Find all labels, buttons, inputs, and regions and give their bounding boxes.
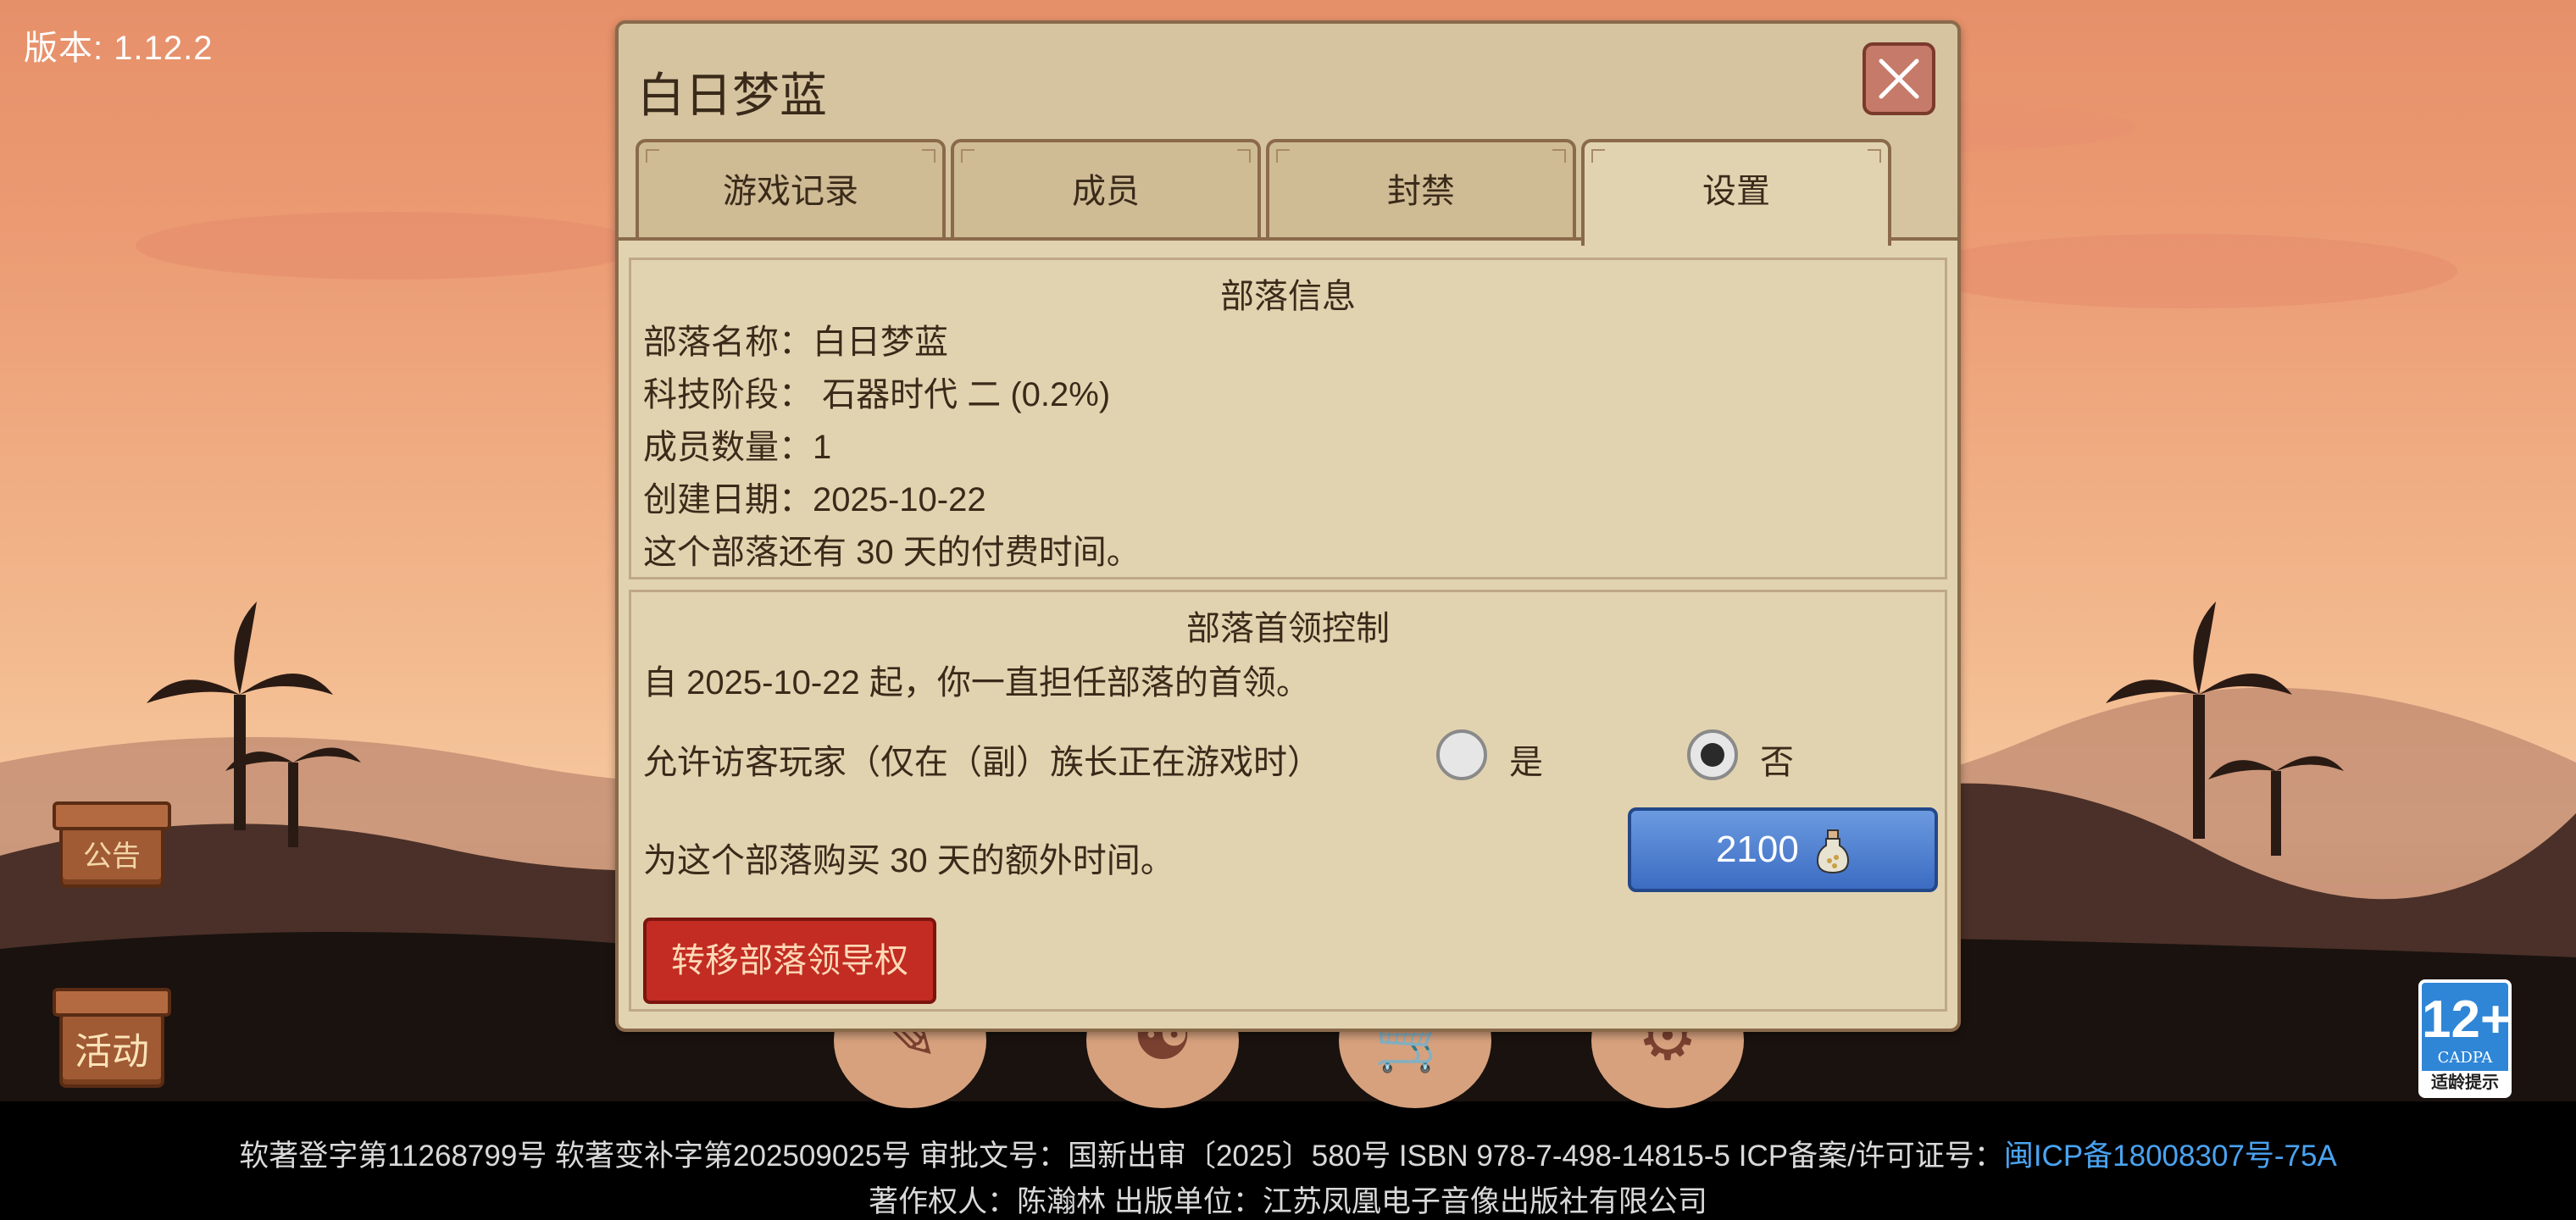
radio-selected-dot	[1701, 743, 1724, 767]
dialog-title: 白日梦蓝	[637, 69, 827, 122]
settings-panel: 部落信息 部落名称：白日梦蓝 科技阶段： 石器时代 二 (0.2%) 成员数量：…	[619, 237, 1957, 1029]
icp-link[interactable]: 闽ICP备18008307号-75A	[2004, 1140, 2337, 1173]
tribe-info-heading: 部落信息	[1220, 278, 1356, 315]
potion-bottle-icon	[1817, 829, 1850, 874]
activity-button[interactable]: 活动	[49, 983, 175, 1088]
member-count-line: 成员数量：1	[643, 429, 832, 466]
visitor-yes-radio[interactable]	[1436, 729, 1487, 780]
paid-time-line: 这个部落还有 30 天的付费时间。	[643, 534, 1141, 571]
visitor-no-radio[interactable]	[1687, 729, 1738, 780]
tribe-info-section: 部落信息 部落名称：白日梦蓝 科技阶段： 石器时代 二 (0.2%) 成员数量：…	[629, 258, 1947, 580]
footer-copyright-line: 著作权人：陈瀚林 出版单位：江苏凤凰电子音像出版社有限公司	[869, 1185, 1707, 1218]
tribe-dialog: 白日梦蓝 游戏记录 成员 封禁 设置 部落信息 部落名称：白日梦蓝 科技阶段： …	[615, 20, 1961, 1032]
leader-control-heading: 部落首领控制	[1186, 610, 1390, 647]
created-date-line: 创建日期：2025-10-22	[643, 481, 986, 518]
leader-since-line: 自 2025-10-22 起，你一直担任部落的首领。	[643, 664, 1310, 702]
close-icon	[1879, 58, 1919, 99]
notice-board-icon	[53, 801, 171, 830]
visitor-yes-label: 是	[1509, 744, 1543, 781]
tribe-name-line: 部落名称：白日梦蓝	[643, 324, 948, 361]
game-background: 版本: 1.12.2 公告 活动 ✎ ☯ 🛒 ⚙ 12+ CADPA 适龄提示 …	[0, 0, 2576, 1220]
footer-license-text: 软著登字第11268799号 软著变补字第202509025号 审批文号：国新出…	[239, 1140, 2004, 1173]
leader-control-section: 部落首领控制 自 2025-10-22 起，你一直担任部落的首领。 允许访客玩家…	[629, 590, 1947, 1012]
age-rating-badge: 12+ CADPA 适龄提示	[2418, 979, 2512, 1098]
tab-game-log[interactable]: 游戏记录	[636, 139, 946, 237]
footer-license-line: 软著登字第11268799号 软著变补字第202509025号 审批文号：国新出…	[0, 1132, 2576, 1175]
close-button[interactable]	[1863, 42, 1935, 115]
tab-settings[interactable]: 设置	[1581, 139, 1891, 246]
buy-price: 2100	[1715, 829, 1799, 870]
tab-members[interactable]: 成员	[951, 139, 1261, 237]
transfer-leadership-button[interactable]: 转移部落领导权	[643, 918, 936, 1004]
visitor-no-label: 否	[1760, 744, 1794, 781]
notice-label: 公告	[59, 825, 164, 888]
buy-time-button[interactable]: 2100	[1628, 807, 1938, 892]
visitor-permission-label: 允许访客玩家（仅在（副）族长正在游戏时）	[643, 744, 1321, 781]
gift-box-icon	[53, 988, 171, 1017]
tech-stage-line: 科技阶段： 石器时代 二 (0.2%)	[643, 376, 1111, 413]
tab-bans[interactable]: 封禁	[1266, 139, 1576, 237]
version-label: 版本: 1.12.2	[24, 30, 214, 67]
notice-button[interactable]: 公告	[49, 796, 175, 888]
buy-time-label: 为这个部落购买 30 天的额外时间。	[643, 842, 1174, 879]
activity-label: 活动	[59, 1012, 164, 1088]
